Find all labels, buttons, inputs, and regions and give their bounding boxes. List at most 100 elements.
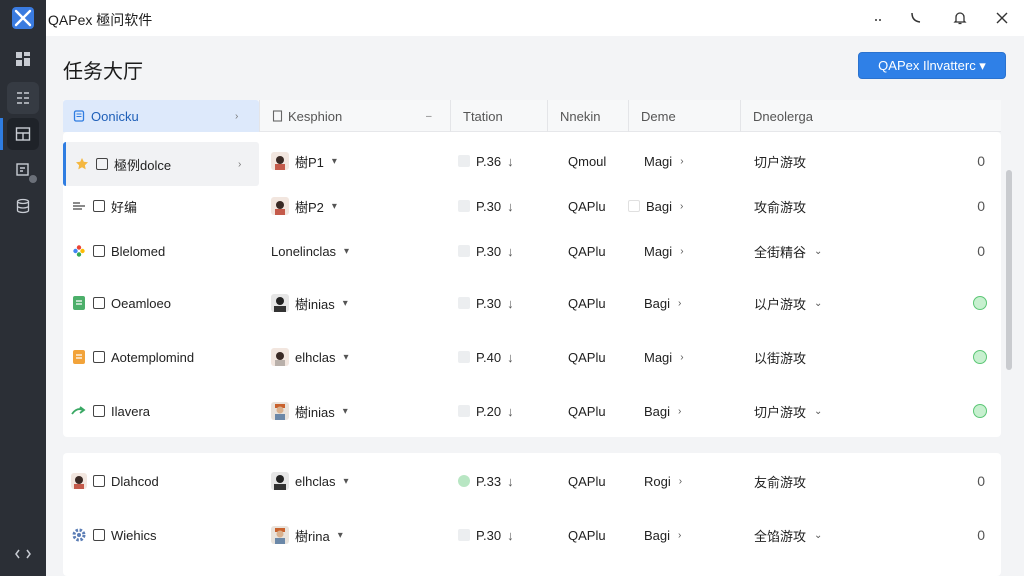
rate-indicator (458, 351, 470, 363)
stage-value: 以街游攻 (754, 350, 807, 366)
type-cell[interactable]: Bagi › (644, 508, 681, 562)
stage-cell[interactable]: 全馅游攻 ⌄ (754, 508, 822, 562)
doc-icon (73, 110, 85, 122)
rate-trend: ↓ (507, 403, 514, 419)
row-name-cell[interactable]: Blelomed (63, 224, 259, 278)
rate-value: P.40 (476, 349, 502, 365)
rate-trend: ↓ (507, 349, 514, 365)
row-name: 好编 (111, 199, 138, 215)
chevron-right-icon: › (235, 110, 239, 122)
type-cell[interactable]: Bagi › (644, 276, 681, 330)
type-value: Magi (644, 349, 673, 365)
type-checkbox[interactable] (628, 200, 640, 212)
type-cell[interactable]: Bagi › (644, 384, 681, 438)
row-checkbox[interactable] (93, 297, 105, 309)
type-value: Magi (644, 243, 673, 259)
nav-dashboard-button[interactable] (7, 43, 39, 75)
row-name-cell[interactable]: Wiehics (63, 508, 259, 562)
more-button[interactable] (868, 8, 888, 28)
row-checkbox[interactable] (93, 351, 105, 363)
rate-trend: ↓ (507, 243, 514, 259)
table-row[interactable]: Blelomed Lonelinclas ▾ P.30 ↓ QAPlu Magi › … (63, 224, 1001, 278)
assignee-cell[interactable]: 樹inias ▾ (271, 384, 348, 438)
nav-active-indicator (0, 118, 3, 150)
assignee-cell[interactable]: 樹inias ▾ (271, 276, 348, 330)
rate-trend: ↓ (507, 473, 514, 489)
chevron-down-icon: ▾ (344, 245, 350, 257)
row-name-cell[interactable]: Ilavera (63, 384, 259, 438)
title-bar: QAPex 極问软件 (46, 0, 1024, 36)
rate-value: P.30 (476, 527, 502, 543)
chevron-right-icon: › (680, 200, 684, 212)
chevron-down-icon: ⌄ (814, 529, 823, 541)
row-checkbox[interactable] (93, 529, 105, 541)
type-cell[interactable]: Rogi › (644, 454, 682, 508)
table-row[interactable]: Ilavera 樹inias ▾ P.20 ↓ QAPlu Bagi › 切户游攻 ⌄ (63, 384, 1001, 438)
stage-cell[interactable]: 以街游攻 (754, 330, 806, 384)
reports-badge-icon (28, 174, 38, 184)
chevron-down-icon: ▾ (343, 475, 349, 487)
chevron-down-icon: ▾ (337, 529, 343, 541)
row-name-cell[interactable]: Aotemplomind (63, 330, 259, 384)
row-checkbox[interactable] (93, 200, 105, 212)
row-name-cell[interactable]: Oeamloeo (63, 276, 259, 330)
column-header-name[interactable]: Oonicku › (63, 100, 259, 132)
assignee-cell[interactable]: 樹rina ▾ (271, 508, 343, 562)
primary-action-button[interactable]: QAPex Ilnvatterc ▾ (858, 52, 1006, 79)
avatar (271, 152, 289, 170)
chevron-down-icon: ▾ (331, 155, 337, 167)
tag-cell: QAPlu (568, 295, 606, 311)
stage-value: 全街精谷 (754, 244, 807, 260)
rate-cell: P.40 ↓ (458, 330, 514, 384)
task-table-panel-secondary: Dlahcod elhclas ▾ P.33 ↓ QAPlu Rogi › 友俞游攻 … (63, 453, 1001, 576)
stage-value: 以户游攻 (754, 296, 807, 312)
vertical-scrollbar[interactable] (1006, 170, 1012, 370)
column-header-stage[interactable]: Dneolerga (740, 100, 1001, 132)
table-header: Oonicku › Kesphion – Ttation Nnekin Deme… (63, 100, 1001, 132)
table-row[interactable]: Dlahcod elhclas ▾ P.33 ↓ QAPlu Rogi › 友俞游攻 … (63, 454, 1001, 508)
nav-reports-button[interactable] (7, 154, 39, 186)
type-cell[interactable]: Magi › (644, 330, 684, 384)
stage-cell[interactable]: 切户游攻 ⌄ (754, 384, 822, 438)
sidebar (0, 0, 46, 576)
chevron-down-icon: ▾ (342, 297, 348, 309)
stage-cell[interactable]: 全街精谷 ⌄ (754, 224, 822, 278)
avatar (271, 348, 289, 366)
table-row[interactable]: Wiehics 樹rina ▾ P.30 ↓ QAPlu Bagi › 全馅游攻 ⌄ 0 (63, 508, 1001, 562)
column-header-description[interactable]: Kesphion – (259, 100, 450, 132)
type-cell[interactable]: Magi › (644, 224, 684, 278)
rate-value: P.36 (476, 153, 502, 169)
table-row[interactable]: Oeamloeo 樹inias ▾ P.30 ↓ QAPlu Bagi › 以户游攻 ⌄ (63, 276, 1001, 330)
notifications-button[interactable] (950, 8, 970, 28)
assignee-cell[interactable]: Lonelinclas ▾ (271, 224, 349, 278)
row-checkbox[interactable] (96, 158, 108, 170)
board-icon (15, 127, 31, 141)
table-row[interactable]: Aotemplomind elhclas ▾ P.40 ↓ QAPlu Magi › … (63, 330, 1001, 384)
phone-button[interactable] (906, 8, 926, 28)
nav-tasks-button[interactable] (7, 82, 39, 114)
assignee-cell[interactable]: elhclas ▾ (271, 454, 349, 508)
row-checkbox[interactable] (93, 405, 105, 417)
row-checkbox[interactable] (93, 475, 105, 487)
list-icon (71, 198, 87, 214)
chevron-right-icon: › (680, 351, 684, 363)
column-header-nekin[interactable]: Nnekin (547, 100, 628, 132)
stage-cell[interactable]: 友俞游攻 (754, 454, 806, 508)
nav-board-button[interactable] (7, 118, 39, 150)
assignee-name: elhclas (295, 349, 336, 365)
column-header-label: Deme (641, 108, 676, 124)
row-name-cell[interactable]: Dlahcod (63, 454, 259, 508)
nav-database-button[interactable] (7, 190, 39, 222)
stage-cell[interactable]: 以户游攻 ⌄ (754, 276, 822, 330)
close-button[interactable] (992, 8, 1012, 28)
stage-value: 切户游攻 (754, 154, 807, 170)
collapse-sidebar-button[interactable] (13, 544, 33, 564)
column-header-deme[interactable]: Deme (628, 100, 740, 132)
column-header-station[interactable]: Ttation (450, 100, 547, 132)
assignee-cell[interactable]: elhclas ▾ (271, 330, 349, 384)
row-checkbox[interactable] (93, 245, 105, 257)
column-header-label: Ttation (463, 108, 503, 124)
type-value: Bagi (644, 403, 671, 419)
doc-orange-icon (71, 349, 87, 365)
rate-value: P.30 (476, 243, 502, 259)
